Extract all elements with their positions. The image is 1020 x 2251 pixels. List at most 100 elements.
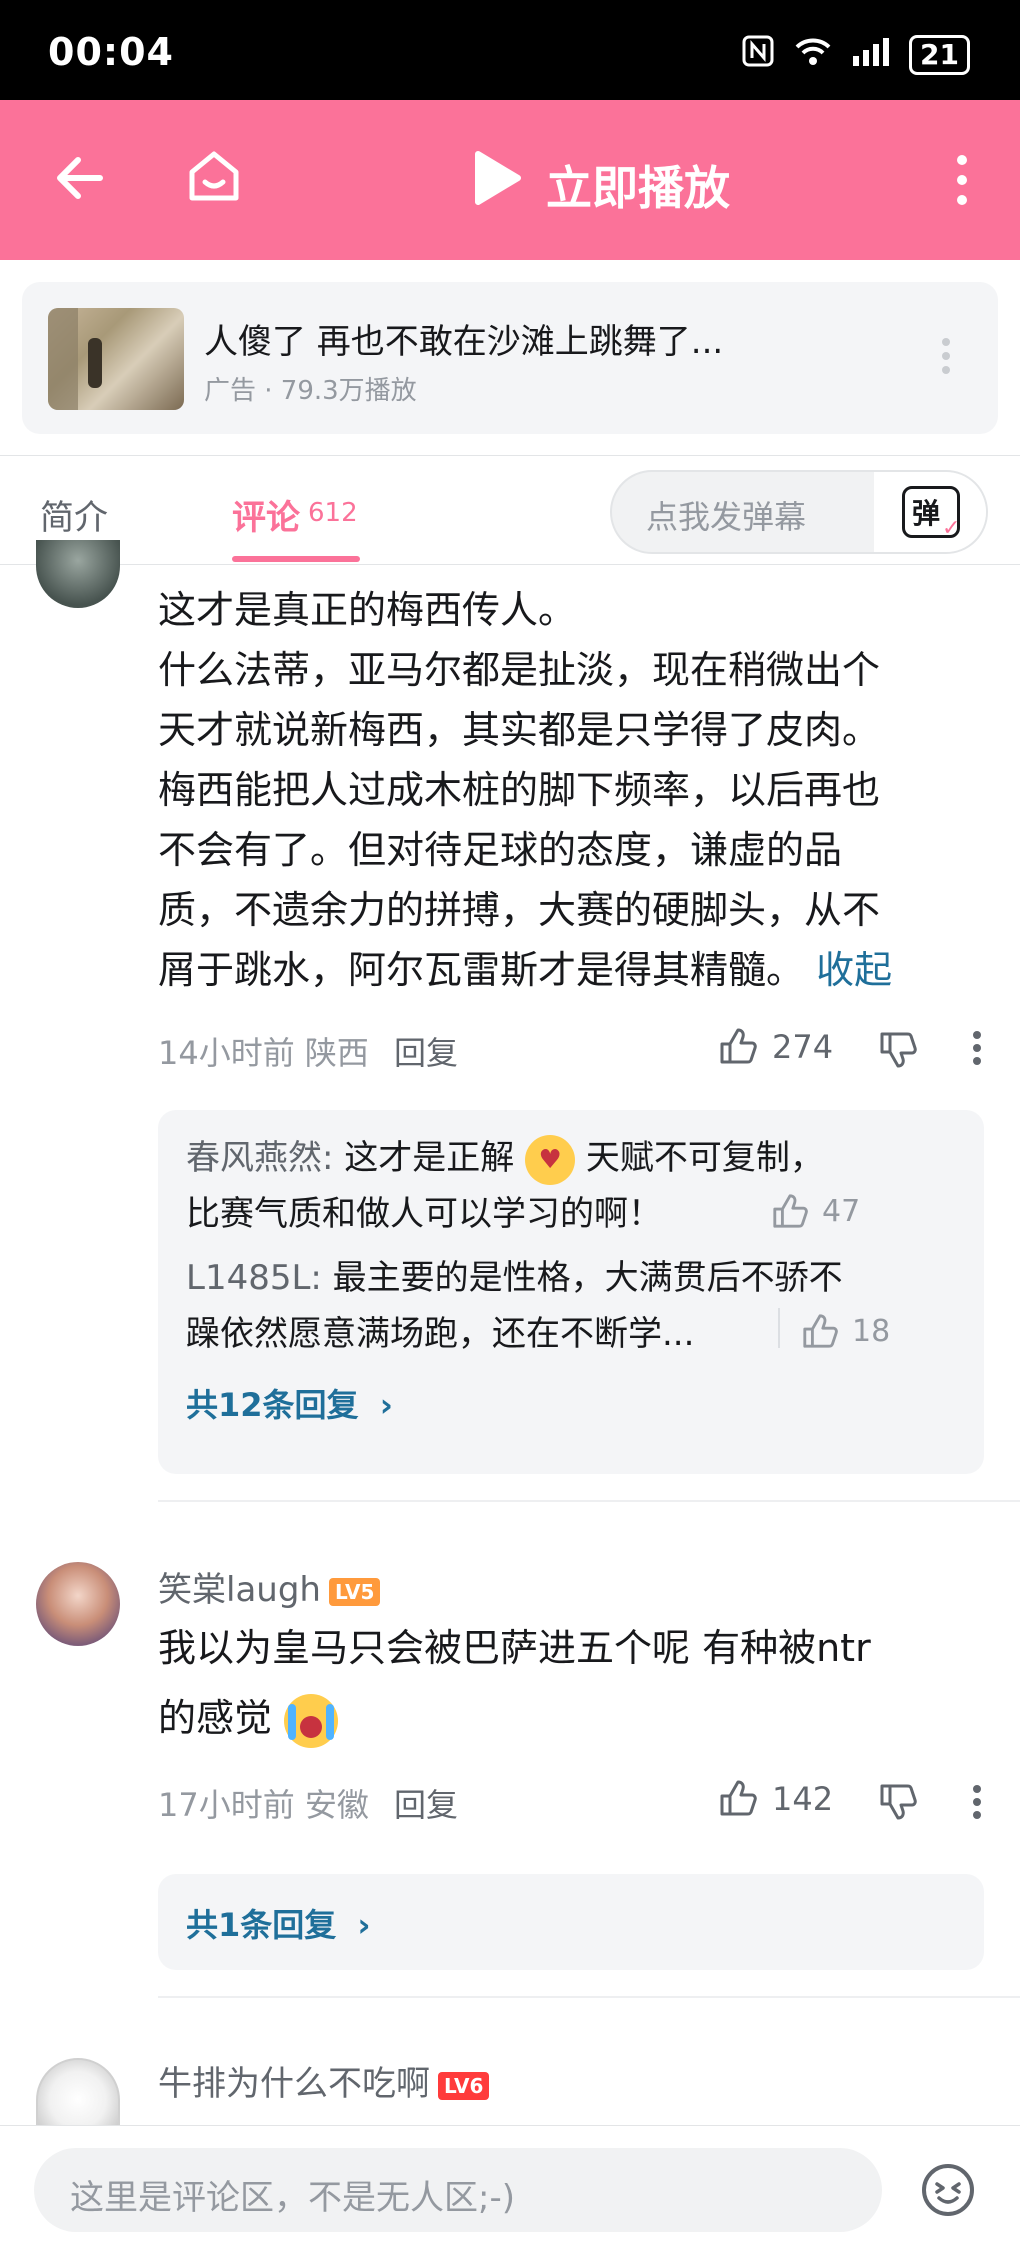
avatar[interactable] [36,540,120,608]
reply-author[interactable]: 春风燕然: [186,1138,333,1178]
level-badge: LV6 [438,2071,490,2100]
status-bar: 00:04 21 [0,0,1020,100]
view-all-replies-label[interactable]: 共1条回复 [186,1906,336,1944]
check-icon: ✓ [942,516,961,541]
chevron-right-icon: › [379,1386,393,1424]
ad-title[interactable]: 人傻了 再也不敢在沙滩上跳舞了... [204,314,723,363]
comment-time-location: 17小时前 安徽 [158,1786,369,1824]
comment-line: 不会有了。但对待足球的态度，谦虚的品 [158,828,843,872]
collapse-link[interactable]: 收起 [816,948,892,992]
reply-like-button[interactable] [770,1192,810,1234]
hug-emoji-icon: ♥ [525,1134,576,1185]
comment-line: 我以为皇马只会被巴萨进五个呢 有种被ntr [158,1626,871,1670]
nfc-icon [741,34,775,75]
app-header: 立即播放 [0,100,1020,260]
comment-line: 的感觉 [158,1688,339,1748]
reply-like-count: 47 [822,1194,861,1229]
comment-time-location: 14小时前 陕西 [158,1034,369,1072]
like-button[interactable] [718,1778,758,1822]
reply-button[interactable]: 回复 [394,1028,458,1074]
reply-text: 这才是正解 [333,1138,515,1178]
ad-card[interactable]: 人傻了 再也不敢在沙滩上跳舞了... 广告 · 79.3万播放 [22,282,998,434]
comment-body: 这才是真正的梅西传人。 什么法蒂，亚马尔都是扯淡，现在稍微出个 天才就说新梅西，… [158,580,978,1000]
reply-text: 最主要的是性格，大满贯后不骄不 [321,1258,843,1298]
thumbs-down-icon [880,1032,917,1068]
play-now-label[interactable]: 立即播放 [546,152,730,218]
tab-comments[interactable]: 评论 [232,490,300,539]
view-all-replies-link[interactable]: 共12条回复 › [186,1380,393,1426]
view-all-replies-label[interactable]: 共12条回复 [186,1386,359,1424]
reply-text: 躁依然愿意满场跑，还在不断学... [186,1314,695,1354]
username-text[interactable]: 牛排为什么不吃啊 [158,2064,430,2104]
tab-active-indicator [232,556,360,562]
dislike-button[interactable] [878,1030,918,1074]
like-count: 274 [772,1028,834,1066]
dislike-button[interactable] [878,1782,918,1826]
signal-icon [851,36,891,73]
reply-button[interactable]: 回复 [394,1780,458,1826]
comment-line: 质，不遗余力的拼搏，大赛的硬脚头，从不 [158,888,881,932]
thumbs-up-icon [720,1780,757,1816]
ad-meta: 广告 · 79.3万播放 [204,376,417,406]
danmaku-placeholder[interactable]: 点我发弹幕 [646,492,806,538]
danmaku-input[interactable]: 点我发弹幕 弹 ✓ [610,470,988,554]
more-options-icon[interactable] [952,152,972,212]
battery-indicator: 21 [909,34,970,75]
comment-line-text: 的感觉 [158,1696,273,1740]
emoji-face-icon [922,2164,974,2216]
comment-line: 这才是真正的梅西传人。 [158,588,577,632]
reply-preview-box[interactable]: 共1条回复 › [158,1874,984,1970]
ad-more-icon[interactable] [940,336,952,380]
comment-line-text: 屑于跳水，阿尔瓦雷斯才是得其精髓。 [158,948,805,992]
separator [778,1308,780,1348]
clock: 00:04 [48,30,174,74]
thumbs-down-icon [880,1784,917,1820]
level-badge: LV5 [328,1577,381,1606]
reply-preview-item[interactable]: L1485L: 最主要的是性格，大满贯后不骄不 [186,1250,843,1306]
thumbs-up-icon [720,1028,757,1064]
comment-more-icon[interactable] [972,1030,982,1070]
reply-text: 比赛气质和做人可以学习的啊！ [186,1194,662,1234]
emoji-button[interactable] [920,2162,976,2222]
avatar[interactable] [36,1562,120,1646]
comment-input-placeholder[interactable]: 这里是评论区，不是无人区;-) [70,2170,515,2219]
reply-author[interactable]: L1485L: [186,1258,322,1298]
comment-divider [158,1500,1020,1502]
view-all-replies-link[interactable]: 共1条回复 › [186,1900,371,1946]
reply-like-count: 18 [852,1314,891,1349]
ad-thumbnail[interactable] [48,308,184,410]
home-icon [189,151,239,201]
comment-more-icon[interactable] [972,1784,982,1824]
play-icon[interactable] [472,148,524,212]
like-button[interactable] [718,1026,758,1070]
comment-line: 天才就说新梅西，其实都是只学得了皮肉。 [158,708,881,752]
like-count: 142 [772,1780,834,1818]
thumbs-up-icon [803,1314,838,1348]
comment-input-bar: 这里是评论区，不是无人区;-) [0,2125,1020,2251]
reply-preview-item[interactable]: 春风燕然: 这才是正解 ♥ 天赋不可复制， [186,1130,824,1186]
tab-bar: 简介 评论 612 点我发弹幕 弹 ✓ [0,455,1020,565]
reply-preview-box[interactable]: 春风燕然: 这才是正解 ♥ 天赋不可复制， 比赛气质和做人可以学习的啊！ 47 … [158,1110,984,1474]
wifi-icon [793,35,833,74]
chevron-right-icon: › [357,1906,371,1944]
comment-username[interactable]: 牛排为什么不吃啊 LV6 [158,2056,490,2105]
reply-like-button[interactable] [800,1312,840,1354]
thumbs-up-icon [773,1194,808,1228]
avatar[interactable] [36,2058,120,2128]
back-button[interactable] [52,150,108,210]
comment-line: 梅西能把人过成木桩的脚下频率，以后再也 [158,768,881,812]
comment-line: 屑于跳水，阿尔瓦雷斯才是得其精髓。 收起 [158,940,978,1000]
arrow-left-icon [57,157,103,199]
comment-input[interactable]: 这里是评论区，不是无人区;-) [34,2148,882,2232]
danmaku-toggle-button[interactable]: 弹 ✓ [874,472,986,552]
comment-username[interactable]: 笑棠laugh LV5 [158,1562,381,1611]
home-button[interactable] [184,146,244,210]
crying-emoji-icon [284,1693,339,1748]
comment-line: 什么法蒂，亚马尔都是扯淡，现在稍微出个 [158,648,881,692]
status-icons: 21 [741,34,970,75]
comments-count: 612 [308,498,358,528]
username-text[interactable]: 笑棠laugh [158,1570,321,1610]
reply-text: 天赋不可复制， [585,1138,824,1178]
danmaku-icon-label: 弹 [912,497,941,530]
tab-intro[interactable]: 简介 [40,490,108,539]
